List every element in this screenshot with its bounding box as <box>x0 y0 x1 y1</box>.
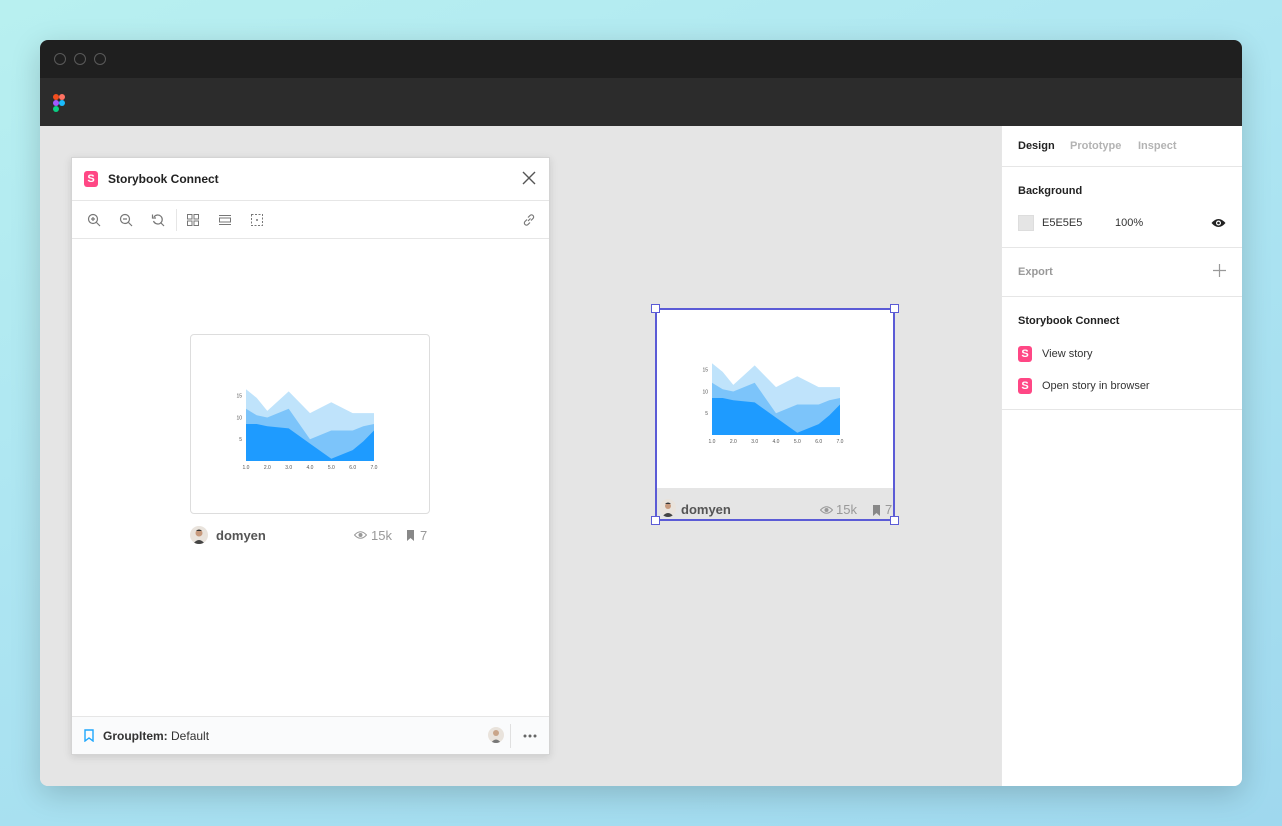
component-bookmark-icon <box>84 729 94 742</box>
storybook-section: Storybook Connect S View story S Open st… <box>1002 297 1242 410</box>
plugin-toolbar <box>72 201 549 239</box>
storybook-logo-icon: S <box>1018 378 1032 394</box>
background-opacity[interactable]: 100% <box>1115 217 1143 229</box>
avatar <box>190 526 208 544</box>
selected-frame[interactable]: 1.0 2.0 3.0 4.0 5.0 6.0 7.0 5 10 15 domyen 15k 7 <box>656 308 894 520</box>
tab-prototype[interactable]: Prototype <box>1070 140 1121 152</box>
story-preview-card[interactable]: 1.0 2.0 3.0 4.0 5.0 6.0 7.0 5 10 15 <box>190 334 430 514</box>
eye-icon <box>820 506 833 514</box>
figma-window: S Storybook Connect 1.0 2.0 3.0 4.0 5.0 … <box>40 40 1242 786</box>
x-tick-label: 5.0 <box>328 465 335 471</box>
y-tick-label: 5 <box>705 411 708 417</box>
x-tick-label: 2.0 <box>730 439 737 445</box>
more-icon[interactable] <box>523 734 537 738</box>
tab-inspect[interactable]: Inspect <box>1138 140 1177 152</box>
reset-zoom-icon[interactable] <box>151 213 165 227</box>
background-title: Background <box>1018 185 1083 197</box>
y-tick-label: 15 <box>702 368 708 374</box>
close-window-button[interactable] <box>54 53 66 65</box>
x-tick-label: 7.0 <box>371 465 378 471</box>
visibility-eye-icon[interactable] <box>1211 217 1226 229</box>
x-tick-label: 7.0 <box>837 439 844 445</box>
y-tick-label: 5 <box>239 437 242 443</box>
area-chart: 1.0 2.0 3.0 4.0 5.0 6.0 7.0 5 10 15 <box>702 363 844 445</box>
storybook-logo-icon: S <box>1018 346 1032 362</box>
toolbar-divider <box>176 209 177 231</box>
bookmark-icon <box>407 530 414 541</box>
grid-icon[interactable] <box>186 213 200 227</box>
y-tick-label: 10 <box>702 389 708 395</box>
storybook-connect-plugin: S Storybook Connect 1.0 2.0 3.0 4.0 5.0 … <box>71 157 550 755</box>
bookmark-count: 7 <box>885 502 893 517</box>
x-tick-label: 4.0 <box>307 465 314 471</box>
minimize-window-button[interactable] <box>74 53 86 65</box>
view-count: 15k <box>371 528 392 543</box>
plugin-footer: GroupItem: Default <box>72 716 549 754</box>
bookmark-icon <box>873 505 880 516</box>
component-variant: Default <box>171 729 210 743</box>
x-tick-label: 3.0 <box>751 439 758 445</box>
y-tick-label: 15 <box>236 394 242 400</box>
x-tick-label: 1.0 <box>243 465 250 471</box>
bookmark-count: 7 <box>420 528 428 543</box>
link-icon[interactable] <box>522 213 536 227</box>
panel-tabs: Design Prototype Inspect <box>1002 126 1242 167</box>
tab-design[interactable]: Design <box>1018 140 1055 152</box>
export-section: Export <box>1002 248 1242 297</box>
y-tick-label: 10 <box>236 415 242 421</box>
figma-toolbar <box>40 78 1242 126</box>
username: domyen <box>681 502 731 517</box>
x-tick-label: 6.0 <box>349 465 356 471</box>
zoom-in-icon[interactable] <box>87 213 101 227</box>
avatar <box>660 499 676 517</box>
open-story-label: Open story in browser <box>1042 380 1150 392</box>
username: domyen <box>216 528 266 543</box>
frame-meta-row: domyen 15k 7 <box>656 488 894 520</box>
x-tick-label: 6.0 <box>815 439 822 445</box>
outline-icon[interactable] <box>250 213 264 227</box>
eye-icon <box>354 531 367 539</box>
x-tick-label: 3.0 <box>285 465 292 471</box>
zoom-out-icon[interactable] <box>119 213 133 227</box>
export-title: Export <box>1018 266 1053 278</box>
maximize-window-button[interactable] <box>94 53 106 65</box>
title-bar <box>40 40 1242 78</box>
properties-panel: Design Prototype Inspect Background E5E5… <box>1001 126 1242 786</box>
story-meta-row: domyen 15k 7 <box>190 526 430 546</box>
user-avatar[interactable] <box>488 727 504 743</box>
view-story-label: View story <box>1042 348 1093 360</box>
x-tick-label: 5.0 <box>794 439 801 445</box>
background-section: Background <box>1002 167 1242 248</box>
figma-logo-icon[interactable] <box>53 94 65 112</box>
view-count: 15k <box>836 502 857 517</box>
background-icon[interactable] <box>218 213 232 227</box>
plugin-header: S Storybook Connect <box>72 158 549 201</box>
add-export-icon[interactable] <box>1213 264 1226 277</box>
storybook-logo-icon: S <box>84 171 98 187</box>
footer-divider <box>510 724 511 748</box>
background-swatch[interactable] <box>1018 215 1034 231</box>
x-tick-label: 2.0 <box>264 465 271 471</box>
plugin-title: Storybook Connect <box>108 172 219 186</box>
x-tick-label: 1.0 <box>709 439 716 445</box>
area-chart: 1.0 2.0 3.0 4.0 5.0 6.0 7.0 5 10 15 <box>236 389 378 471</box>
x-tick-label: 4.0 <box>773 439 780 445</box>
close-icon[interactable] <box>521 170 537 186</box>
background-hex[interactable]: E5E5E5 <box>1042 217 1082 229</box>
storybook-section-title: Storybook Connect <box>1018 315 1120 327</box>
component-label[interactable]: GroupItem: Default <box>103 729 209 743</box>
component-name: GroupItem: <box>103 729 168 743</box>
